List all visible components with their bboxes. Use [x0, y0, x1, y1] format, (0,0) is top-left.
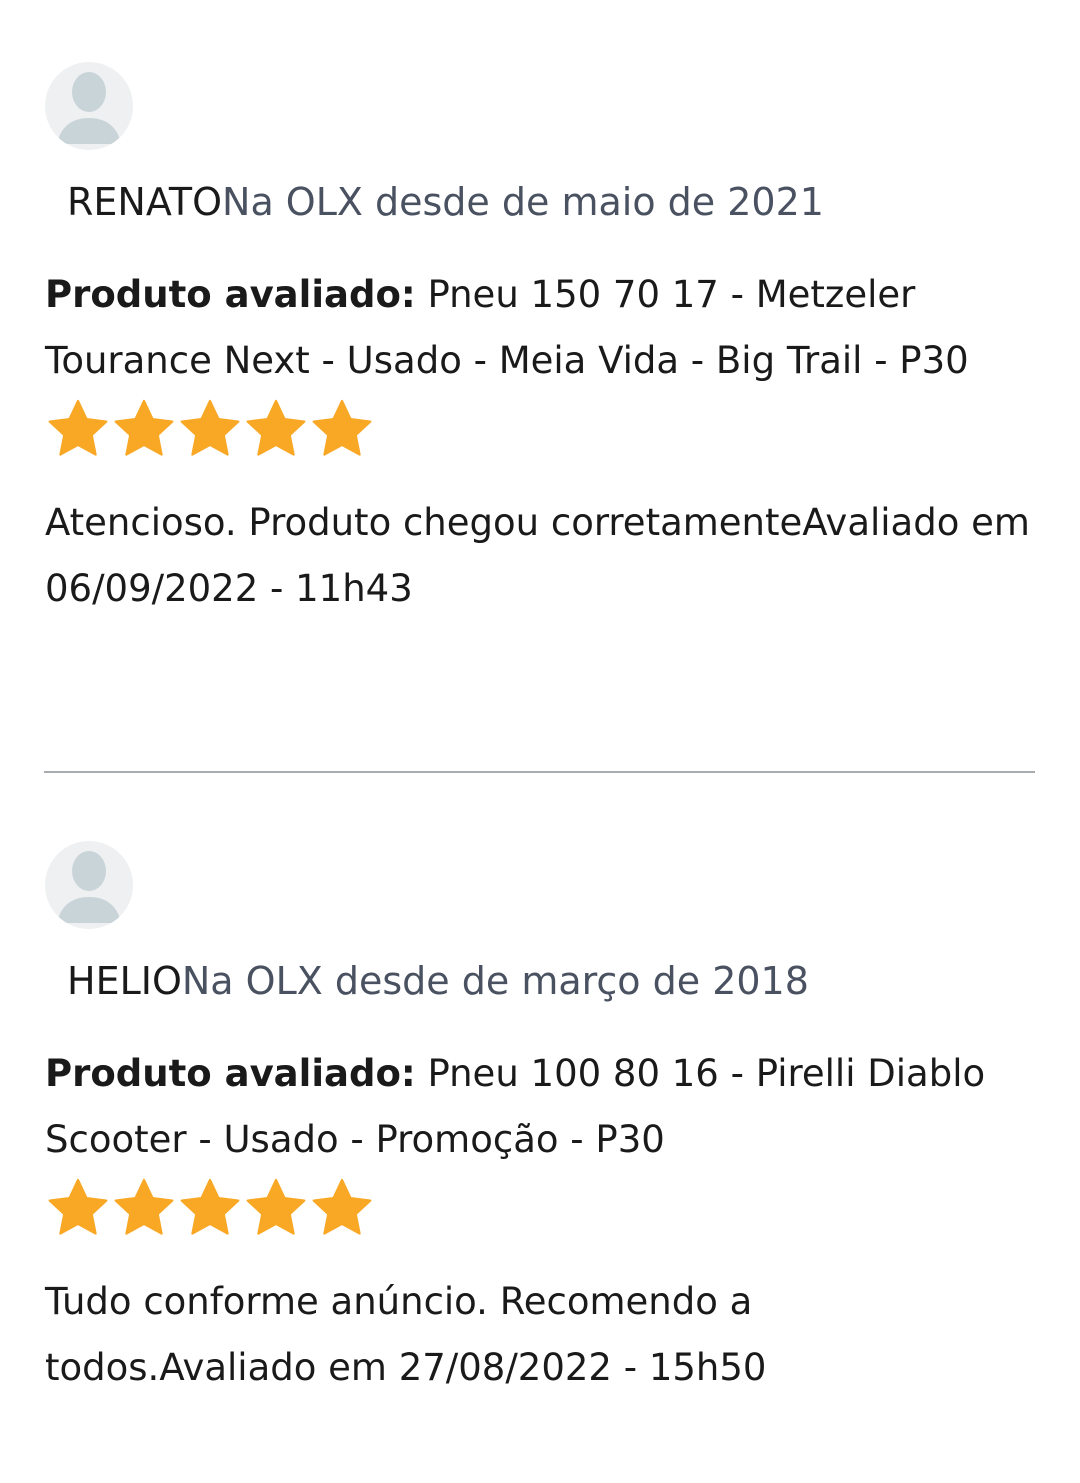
reviewer-info: HELIONa OLX desde de março de 2018: [67, 953, 1035, 1009]
star-icon: [180, 1178, 240, 1235]
review-card: RENATONa OLX desde de maio de 2021 Produ…: [45, 62, 1035, 622]
product-label: Produto avaliado:: [45, 1052, 416, 1095]
star-rating: [45, 396, 1035, 462]
member-since: Na OLX desde de março de 2018: [181, 959, 809, 1003]
reviewer-info: RENATONa OLX desde de maio de 2021: [67, 174, 1035, 230]
star-icon: [312, 399, 372, 456]
review-card: HELIONa OLX desde de março de 2018 Produ…: [45, 841, 1035, 1401]
reviewer-name: HELIO: [67, 959, 182, 1003]
star-icon: [246, 1178, 306, 1235]
star-icon: [180, 399, 240, 456]
review-comment: Atencioso. Produto chegou corretamente: [45, 501, 803, 544]
star-rating: [45, 1175, 1035, 1241]
reviewed-product: Produto avaliado: Pneu 150 70 17 - Metze…: [45, 262, 1035, 394]
review-comment-block: Atencioso. Produto chegou corretamenteAv…: [45, 490, 1035, 622]
review-date: Avaliado em 27/08/2022 - 15h50: [159, 1346, 767, 1389]
user-avatar-icon: [45, 841, 133, 929]
product-label: Produto avaliado:: [45, 273, 416, 316]
star-icon: [48, 1178, 108, 1235]
star-icon: [114, 1178, 174, 1235]
reviewed-product: Produto avaliado: Pneu 100 80 16 - Pirel…: [45, 1041, 1035, 1173]
reviewer-name: RENATO: [67, 180, 223, 224]
star-icon: [312, 1178, 372, 1235]
star-icon: [114, 399, 174, 456]
star-icon: [246, 399, 306, 456]
divider: [44, 771, 1035, 773]
user-avatar-icon: [45, 62, 133, 150]
review-comment-block: Tudo conforme anúncio. Recomendo a todos…: [45, 1269, 1035, 1401]
member-since: Na OLX desde de maio de 2021: [222, 180, 824, 224]
star-icon: [48, 399, 108, 456]
